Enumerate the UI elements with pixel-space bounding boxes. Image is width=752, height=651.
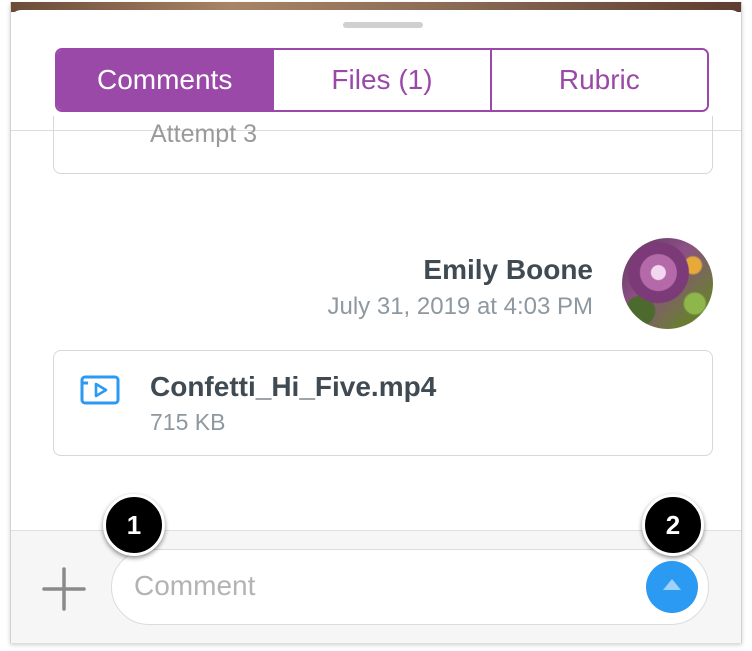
comment-author: Emily Boone: [423, 254, 593, 285]
tab-comments[interactable]: Comments: [57, 50, 273, 110]
avatar[interactable]: [622, 238, 713, 329]
tab-bar: Comments Files (1) Rubric: [55, 48, 709, 112]
plus-icon: [41, 567, 87, 616]
comments-sheet: Comments Files (1) Rubric Attempt 3 Emil…: [11, 10, 741, 643]
comment-placeholder: Comment: [134, 570, 256, 601]
attachment-filesize: 715 KB: [150, 409, 226, 435]
comment-timestamp: July 31, 2019 at 4:03 PM: [327, 293, 594, 320]
send-button[interactable]: [646, 561, 698, 613]
comment-input[interactable]: Comment: [111, 549, 709, 625]
sheet-drag-handle[interactable]: [343, 22, 423, 28]
tab-rubric[interactable]: Rubric: [489, 50, 707, 110]
submission-card[interactable]: Attempt 3: [53, 116, 713, 174]
callout-marker-1: 1: [103, 494, 165, 556]
video-file-icon: [80, 375, 120, 410]
attachment-filename: Confetti_Hi_Five.mp4: [150, 371, 437, 402]
send-arrow-icon: [661, 577, 683, 598]
add-attachment-button[interactable]: [41, 566, 87, 612]
tab-files[interactable]: Files (1): [272, 50, 490, 110]
callout-marker-2: 2: [642, 494, 704, 556]
app-screenshot: Comments Files (1) Rubric Attempt 3 Emil…: [10, 2, 742, 643]
attempt-label: Attempt 3: [150, 120, 257, 148]
attachment-card[interactable]: Confetti_Hi_Five.mp4 715 KB: [53, 350, 713, 456]
